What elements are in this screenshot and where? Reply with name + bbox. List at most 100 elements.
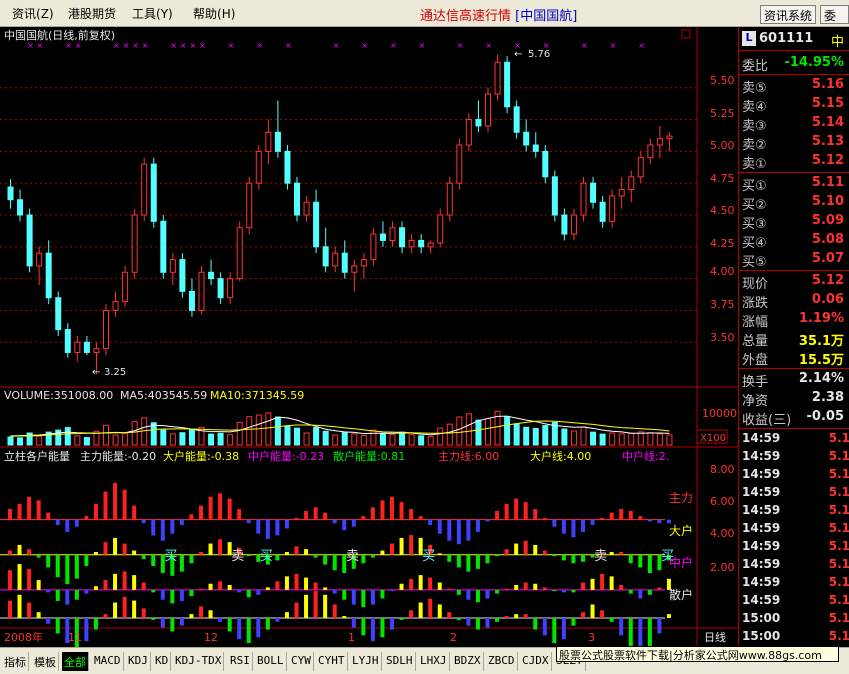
- candle-body[interactable]: [609, 195, 616, 222]
- candle-body[interactable]: [313, 201, 320, 248]
- volume-bar[interactable]: [570, 430, 577, 446]
- volume-bar[interactable]: [609, 432, 616, 446]
- candle-body[interactable]: [570, 214, 577, 235]
- volume-bar[interactable]: [656, 433, 663, 446]
- candle-body[interactable]: [322, 246, 329, 267]
- candle-body[interactable]: [456, 144, 463, 184]
- candle-body[interactable]: [542, 150, 549, 178]
- candle-body[interactable]: [446, 182, 453, 216]
- candle-body[interactable]: [36, 252, 43, 267]
- candle-body[interactable]: [618, 189, 625, 197]
- candle-body[interactable]: [179, 259, 186, 292]
- volume-bar[interactable]: [112, 434, 119, 446]
- tab-cyw[interactable]: CYW: [289, 652, 314, 671]
- candle-body[interactable]: [418, 239, 425, 248]
- volume-bar[interactable]: [532, 427, 539, 446]
- candle-body[interactable]: [284, 150, 291, 184]
- candle-body[interactable]: [341, 252, 348, 273]
- volume-bar[interactable]: [465, 413, 472, 446]
- ad-banner[interactable]: 股票公式股票软件下载|分析家公式网www.88gs.com: [556, 646, 839, 662]
- volume-bar[interactable]: [313, 427, 320, 446]
- candle-body[interactable]: [169, 259, 176, 273]
- volume-bar[interactable]: [599, 433, 606, 446]
- volume-bar[interactable]: [637, 431, 644, 446]
- volume-bar[interactable]: [351, 433, 358, 446]
- volume-bar[interactable]: [590, 431, 597, 446]
- candle-body[interactable]: [475, 119, 482, 127]
- candle-body[interactable]: [17, 199, 24, 216]
- volume-bar[interactable]: [64, 427, 71, 446]
- candle-body[interactable]: [494, 61, 501, 95]
- volume-bar[interactable]: [236, 421, 243, 446]
- candle-body[interactable]: [408, 239, 415, 248]
- candle-body[interactable]: [465, 119, 472, 146]
- candle-body[interactable]: [427, 242, 434, 248]
- volume-bar[interactable]: [647, 432, 654, 446]
- volume-bar[interactable]: [131, 421, 138, 446]
- candle-body[interactable]: [103, 309, 109, 350]
- volume-bar[interactable]: [360, 435, 367, 446]
- candle-body[interactable]: [246, 182, 253, 229]
- tab-cjdx[interactable]: CJDX: [520, 652, 552, 671]
- volume-bar[interactable]: [504, 416, 511, 446]
- candle-body[interactable]: [561, 214, 568, 235]
- tick-row[interactable]: 15:00 5.1: [739, 610, 849, 628]
- candle-body[interactable]: [513, 106, 520, 133]
- tick-row[interactable]: 14:59 5.1: [739, 592, 849, 610]
- candle-body[interactable]: [647, 144, 654, 159]
- tab-rsi[interactable]: RSI: [228, 652, 253, 671]
- candle-body[interactable]: [351, 265, 358, 273]
- candle-body[interactable]: [274, 131, 281, 152]
- volume-bar[interactable]: [456, 416, 463, 446]
- volume-bar[interactable]: [7, 436, 14, 446]
- tick-row[interactable]: 14:59 5.1: [739, 484, 849, 502]
- menu-hk-futures[interactable]: 港股期货: [68, 5, 116, 22]
- candle-body[interactable]: [236, 227, 243, 280]
- candle-body[interactable]: [599, 201, 606, 222]
- info-system-button[interactable]: 资讯系统: [760, 5, 817, 24]
- volume-bar[interactable]: [188, 428, 195, 446]
- tab-kdj-tdx[interactable]: KDJ-TDX: [173, 652, 225, 671]
- tick-row[interactable]: 14:59 5.1: [739, 520, 849, 538]
- volume-bar[interactable]: [408, 434, 415, 446]
- candle-body[interactable]: [45, 252, 52, 299]
- volume-bar[interactable]: [274, 416, 281, 446]
- volume-bar[interactable]: [227, 434, 234, 446]
- candle-body[interactable]: [227, 278, 234, 299]
- candle-body[interactable]: [188, 290, 195, 311]
- menu-tools[interactable]: 工具(Y): [132, 5, 173, 22]
- volume-bar[interactable]: [379, 432, 386, 446]
- candle-body[interactable]: [580, 182, 587, 216]
- tab-boll[interactable]: BOLL: [255, 652, 287, 671]
- volume-bar[interactable]: [437, 427, 444, 446]
- volume-bar[interactable]: [284, 425, 291, 446]
- tick-row[interactable]: 14:59 5.1: [739, 556, 849, 574]
- candle-body[interactable]: [485, 93, 491, 127]
- candle-body[interactable]: [112, 301, 119, 311]
- volume-bar[interactable]: [332, 434, 339, 446]
- candle-body[interactable]: [160, 220, 167, 273]
- volume-bar[interactable]: [74, 435, 81, 446]
- volume-bar[interactable]: [36, 435, 43, 446]
- candle-body[interactable]: [294, 182, 300, 216]
- candle-body[interactable]: [523, 131, 530, 146]
- volume-bar[interactable]: [17, 437, 24, 446]
- tab-lyjh[interactable]: LYJH: [350, 652, 382, 671]
- candle-body[interactable]: [303, 201, 310, 216]
- candle-body[interactable]: [55, 297, 62, 331]
- volume-bar[interactable]: [389, 433, 396, 446]
- volume-bar[interactable]: [246, 416, 253, 446]
- candle-body[interactable]: [656, 138, 663, 146]
- tab-cyht[interactable]: CYHT: [316, 652, 348, 671]
- candle-body[interactable]: [131, 214, 138, 273]
- candle-body[interactable]: [332, 252, 339, 267]
- tick-row[interactable]: 15:00 5.1: [739, 628, 849, 646]
- volume-bar[interactable]: [513, 423, 520, 446]
- candle-body[interactable]: [93, 348, 100, 353]
- tick-row[interactable]: 14:59 5.1: [739, 502, 849, 520]
- volume-bar[interactable]: [122, 432, 129, 446]
- candle-body[interactable]: [379, 233, 386, 241]
- volume-bar[interactable]: [217, 432, 224, 446]
- candle-body[interactable]: [122, 271, 129, 303]
- volume-bar[interactable]: [341, 431, 348, 446]
